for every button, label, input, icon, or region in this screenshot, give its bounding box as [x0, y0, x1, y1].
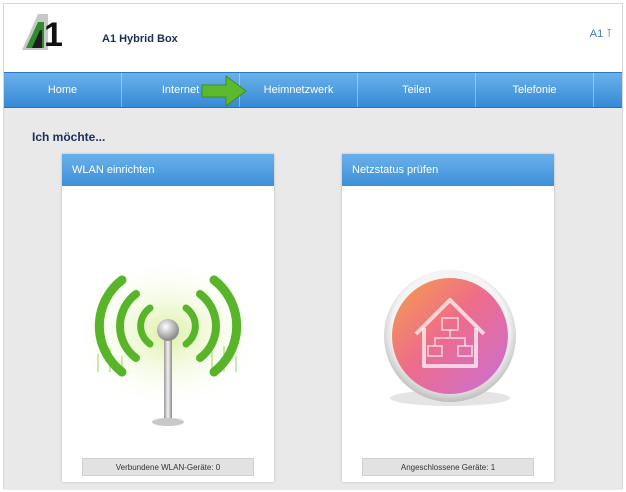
nav-heimnetzwerk[interactable]: Heimnetzwerk — [240, 73, 358, 107]
pointer-arrow-icon — [200, 74, 250, 108]
svg-text:1: 1 — [44, 16, 63, 52]
app-title: A1 Hybrid Box — [102, 33, 178, 45]
connected-devices-count: Angeschlossene Geräte: 1 — [362, 458, 534, 476]
card-netzstatus[interactable]: Netzstatus prüfen Angeschlossene Geräte:… — [342, 154, 554, 482]
main-nav: Home Internet Heimnetzwerk Teilen Telefo… — [4, 72, 622, 108]
wlan-devices-count: Verbundene WLAN-Geräte: 0 — [82, 458, 254, 476]
card-wlan-title[interactable]: WLAN einrichten — [62, 154, 274, 186]
home-network-icon — [342, 186, 554, 456]
a1-logo[interactable]: 1 — [18, 12, 86, 54]
section-title: Ich möchte... — [32, 130, 106, 144]
nav-telefonie[interactable]: Telefonie — [476, 73, 594, 107]
wifi-icon — [62, 186, 274, 456]
header: 1 A1 Hybrid Box A1 ⊺ — [4, 4, 622, 56]
user-menu[interactable]: A1 ⊺ — [590, 27, 612, 40]
card-wlan[interactable]: WLAN einrichten Verbundene WLAN-Geräte: … — [62, 154, 274, 482]
card-netzstatus-title[interactable]: Netzstatus prüfen — [342, 154, 554, 186]
nav-home[interactable]: Home — [4, 73, 122, 107]
nav-teilen[interactable]: Teilen — [358, 73, 476, 107]
router-ui-window: 1 A1 Hybrid Box A1 ⊺ Home Internet Heimn… — [3, 3, 623, 490]
